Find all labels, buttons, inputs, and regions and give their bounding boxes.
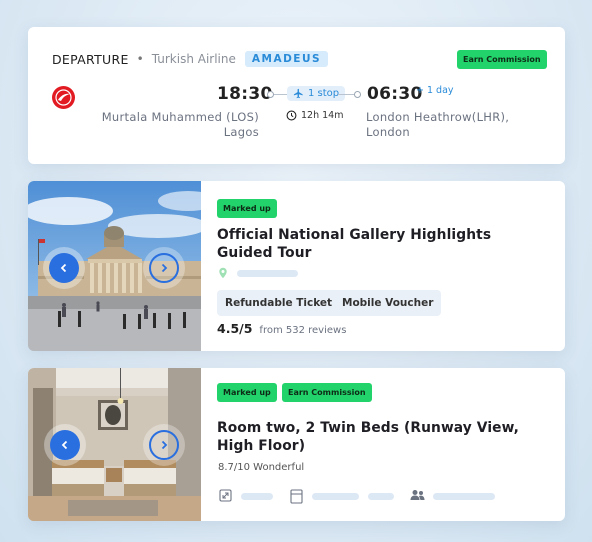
day-offset: + 1 day (416, 85, 454, 96)
route-line-right (338, 94, 354, 95)
destination-airport: London Heathrow(LHR), London (366, 110, 536, 140)
review-score: 8.7/10 Wonderful (218, 462, 305, 473)
people-icon (410, 490, 425, 500)
tag-refundable-ticket: Refundable Ticket (217, 290, 341, 316)
depart-time: 18:30 (217, 84, 273, 104)
size-placeholder (241, 493, 273, 500)
carousel-next-button[interactable] (149, 253, 179, 283)
bed-placeholder (312, 493, 359, 500)
chevron-left-icon (60, 263, 67, 273)
marked-up-badge: Marked up (217, 383, 277, 402)
tour-rating: 4.5/5 from 532 reviews (217, 321, 346, 336)
marked-up-badge: Marked up (217, 199, 277, 218)
airline-name: Turkish Airline (151, 52, 236, 66)
tour-photo (28, 181, 201, 351)
arrive-time: 06:30 (367, 84, 423, 104)
location-pin-icon (219, 267, 227, 279)
clock-icon (286, 110, 297, 121)
route-start-dot (267, 91, 274, 98)
plane-icon (293, 88, 303, 99)
departure-label: DEPARTURE (52, 51, 129, 67)
carousel-next-button[interactable] (149, 430, 179, 460)
chevron-right-icon (161, 263, 168, 273)
destination-airport-name: London Heathrow(LHR), (366, 110, 510, 124)
duration-label: 12h 14m (301, 110, 344, 121)
chevron-left-icon (61, 440, 68, 450)
route-end-dot (354, 91, 361, 98)
earn-commission-badge: Earn Commission (282, 383, 372, 402)
flight-card[interactable]: DEPARTURE • Turkish Airline AMADEUS Earn… (28, 27, 565, 164)
hotel-room-card[interactable]: Marked up Earn Commission Room two, 2 Tw… (28, 368, 565, 521)
expand-icon (219, 489, 232, 502)
separator-dot: • (136, 52, 144, 66)
origin-city: Lagos (223, 125, 259, 139)
carousel-prev-button[interactable] (49, 253, 79, 283)
door-icon (290, 489, 303, 504)
earn-commission-badge: Earn Commission (457, 50, 547, 69)
rating-value: 4.5/5 (217, 321, 253, 336)
tour-card[interactable]: Marked up Official National Gallery High… (28, 181, 565, 351)
stops-label: 1 stop (308, 88, 340, 99)
bed-placeholder-2 (368, 493, 394, 500)
tour-title[interactable]: Official National Gallery Highlights Gui… (217, 226, 547, 262)
review-count: from 532 reviews (259, 325, 347, 336)
chevron-right-icon (161, 440, 168, 450)
guests-placeholder (433, 493, 495, 500)
turkish-airlines-logo (52, 86, 75, 109)
flight-header: DEPARTURE • Turkish Airline AMADEUS (52, 51, 329, 67)
origin-airport-name: Murtala Muhammed (LOS) (101, 110, 259, 124)
route-line-left (274, 94, 288, 95)
room-photo (28, 368, 201, 521)
destination-city: London (366, 125, 410, 139)
gds-badge: AMADEUS (244, 51, 329, 67)
stops-badge: 1 stop (287, 86, 346, 101)
location-placeholder (237, 270, 298, 277)
origin-airport: Murtala Muhammed (LOS) Lagos (102, 110, 259, 140)
carousel-prev-button[interactable] (50, 430, 80, 460)
duration: 12h 14m (286, 110, 343, 121)
room-title[interactable]: Room two, 2 Twin Beds (Runway View, High… (217, 419, 542, 455)
tag-mobile-voucher: Mobile Voucher (334, 290, 442, 316)
